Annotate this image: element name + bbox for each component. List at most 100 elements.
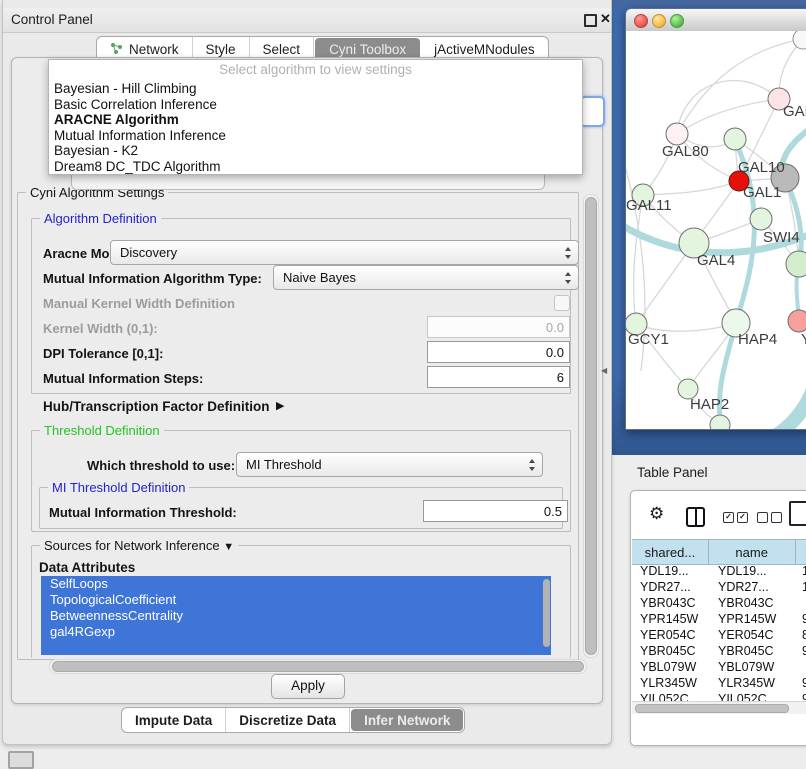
bottom-tab-bar: Impute Data Discretize Data Infer Networ… [121,707,465,733]
attribute-item-selected[interactable]: BetweennessCentrality [41,608,551,624]
algorithm-option[interactable]: Mutual Information Inference [49,128,582,144]
tab-impute-data-label: Impute Data [135,713,212,728]
aracne-mode-combobox[interactable]: Discovery [110,240,579,265]
control-panel-window: Control Panel ✕ Network Style Select Cyn… [2,0,612,745]
select-all-columns-icon[interactable]: ✓ ✓ [723,512,748,523]
data-attributes-list: SelfLoops TopologicalCoefficient Between… [41,576,551,655]
export-table-icon[interactable] [789,501,806,526]
cell: YPR145W [710,612,798,628]
which-threshold-combobox[interactable]: MI Threshold [236,452,543,477]
manual-kernel-width-checkbox[interactable] [554,295,570,311]
network-node[interactable] [788,310,806,332]
tab-infer-network[interactable]: Infer Network [351,709,463,731]
cell: 8. [798,628,806,644]
which-threshold-label: Which threshold to use: [87,458,235,473]
network-node[interactable] [710,415,730,429]
zoom-traffic-light-icon[interactable] [670,14,684,28]
mi-steps-field[interactable] [427,366,570,388]
cell: YBL079W [710,660,798,676]
split-columns-icon[interactable] [686,507,705,527]
network-node[interactable] [724,128,746,150]
focused-combobox-fragment[interactable] [580,96,605,127]
table-horizontal-scrollbar-thumb[interactable] [635,704,789,713]
mi-threshold-definition-title: MI Threshold Definition [48,480,189,495]
table-row[interactable]: YBR043CYBR043C [632,596,806,612]
network-node[interactable] [786,251,806,277]
algorithm-option-highlighted[interactable]: ARACNE Algorithm [49,112,582,128]
control-panel-titlebar[interactable]: Control Panel ✕ [3,8,611,33]
table-row[interactable]: YBR045CYBR045C9. [632,644,806,660]
data-attributes-label: Data Attributes [39,560,135,575]
network-node-labels: GAL GAL80 GAL10 GAL1 GAL11 SWI4 GAL4 GCY… [626,103,806,413]
attribute-item-selected[interactable]: gal4RGexp [41,624,551,640]
manual-kernel-width-label: Manual Kernel Width Definition [43,296,235,311]
network-node[interactable] [793,31,806,49]
settings-horizontal-scrollbar-thumb[interactable] [52,661,584,672]
kernel-width-field[interactable] [427,316,570,338]
cell [798,596,806,612]
table-row[interactable]: YLR345WYLR345W9. [632,676,806,692]
attribute-item-selected[interactable]: SelfLoops [41,576,551,592]
mi-threshold-field[interactable] [423,500,568,522]
table-row[interactable]: YDR27...YDR27...12 [632,580,806,596]
algorithm-option[interactable]: Dream8 DC_TDC Algorithm [49,159,582,175]
kernel-width-label: Kernel Width (0,1): [43,321,158,336]
cell: YIL052C [710,692,798,701]
minimize-traffic-light-icon[interactable] [652,14,666,28]
tab-impute-data[interactable]: Impute Data [122,708,226,732]
dpi-tolerance-label: DPI Tolerance [0,1]: [43,346,163,361]
stepper-arrows-icon [565,272,572,284]
cell: YLR345W [632,676,710,692]
tab-discretize-data[interactable]: Discretize Data [226,708,350,732]
dpi-tolerance-field[interactable] [427,341,570,363]
sources-title-text: Sources for Network Inference [44,538,220,553]
cell: YDL19... [632,564,710,580]
table-row[interactable]: YER054CYER054C8. [632,628,806,644]
tab-discretize-data-label: Discretize Data [239,713,336,728]
table-row[interactable]: YPR145WYPR145W9. [632,612,806,628]
attribute-item-selected[interactable]: TopologicalCoefficient [41,592,551,608]
tab-cyni-toolbox-label: Cyni Toolbox [329,42,406,57]
collapsed-panel-icon[interactable] [8,751,34,769]
column-header[interactable]: name [709,540,796,564]
column-header[interactable] [796,540,806,564]
table-row[interactable]: YDL19...YDL19...13 [632,564,806,580]
collapse-down-icon[interactable]: ▼ [223,541,234,553]
settings-vertical-scrollbar[interactable] [583,194,599,658]
algorithm-option[interactable]: Bayesian - Hill Climbing [49,81,582,97]
tab-network-label: Network [129,42,179,57]
settings-horizontal-scrollbar[interactable] [49,659,587,674]
node-label: HAP2 [690,396,729,413]
tab-style-label: Style [206,42,236,57]
table-row[interactable]: YIL052CYIL052C9 [632,692,806,701]
algorithm-option[interactable]: Bayesian - K2 [49,143,582,159]
deselect-all-columns-icon[interactable] [757,512,782,523]
column-header[interactable]: shared... [632,540,709,564]
network-window-titlebar[interactable] [626,9,806,32]
panel-splitter-handle[interactable]: ◀ [601,366,607,375]
cell: YDR27... [632,580,710,596]
table-panel-title: Table Panel [637,465,708,480]
algorithm-definition-title: Algorithm Definition [40,211,161,226]
close-traffic-light-icon[interactable] [634,14,648,28]
collapse-right-icon[interactable]: ▶ [276,399,284,412]
network-node[interactable] [750,208,772,230]
network-canvas[interactable]: GAL GAL80 GAL10 GAL1 GAL11 SWI4 GAL4 GCY… [626,31,806,429]
float-window-icon[interactable] [584,14,597,27]
close-icon[interactable]: ✕ [600,11,611,27]
algorithm-option[interactable]: Basic Correlation Inference [49,97,582,113]
gear-icon[interactable]: ⚙ [649,504,664,524]
table-horizontal-scrollbar[interactable] [632,701,806,714]
screen: { "icons": { "collapse_right": "\u25B6",… [0,0,806,762]
mi-algorithm-type-combobox[interactable]: Naive Bayes [273,265,579,290]
table-row[interactable]: YBL079WYBL079W [632,660,806,676]
cell: YBR043C [710,596,798,612]
cell: YBR045C [632,644,710,660]
mi-steps-label: Mutual Information Steps: [43,371,203,386]
node-label: GAL [783,103,806,120]
node-label: GAL1 [743,184,781,201]
apply-button[interactable]: Apply [271,674,345,699]
settings-vertical-scrollbar-thumb[interactable] [585,197,597,655]
attribute-list-scrollbar-thumb[interactable] [543,579,550,647]
network-node[interactable] [666,123,688,145]
